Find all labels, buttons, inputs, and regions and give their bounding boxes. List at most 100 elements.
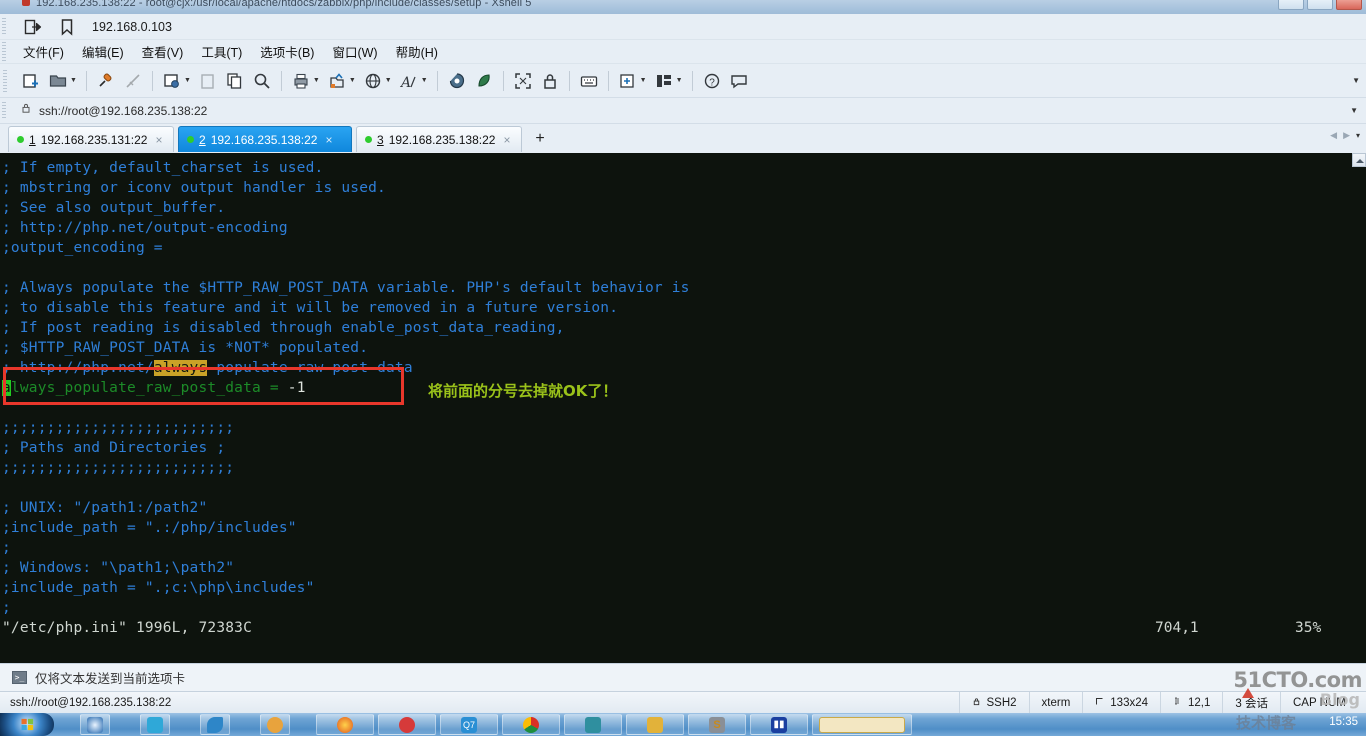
send-text-bar[interactable]: >_ 仅将文本发送到当前选项卡 [0,663,1366,691]
taskbar-item-explorer[interactable] [80,714,110,735]
status-terminal-cell: xterm [1028,692,1083,713]
taskbar-item-folder-blue[interactable] [564,714,622,735]
tab-close-icon[interactable]: × [325,133,332,147]
window-controls[interactable] [1278,0,1362,10]
taskbar-item-cloud[interactable] [140,714,170,735]
tab-3[interactable]: 3 192.168.235.138:22 × [356,126,522,152]
taskbar-item-bird[interactable] [200,714,230,735]
bookmark-icon[interactable] [54,14,80,40]
address-bar[interactable]: ssh://root@192.168.235.138:22 ▼ [0,98,1366,124]
chevron-down-icon[interactable]: ▼ [421,77,428,84]
menu-window[interactable]: 窗口(W) [323,40,386,63]
toolbar-overflow-icon[interactable]: ▼ [1352,76,1360,85]
connect-icon[interactable] [93,68,119,94]
quickbar-grip[interactable] [2,18,6,36]
terminal-line: ; If post reading is disabled through en… [2,320,565,336]
chevron-down-icon[interactable]: ▼ [349,77,356,84]
address-input[interactable]: ssh://root@192.168.235.138:22 [39,104,207,118]
tab-number: 1 [29,132,36,147]
taskbar-clock[interactable]: 15:35 [1329,716,1358,728]
print-icon[interactable]: ▼ [288,68,323,94]
taskbar-item-firefox[interactable] [316,714,374,735]
tab-1[interactable]: 1 192.168.235.131:22 × [8,126,174,152]
close-button[interactable] [1336,0,1362,10]
leaf-icon[interactable] [471,68,497,94]
tab-menu-icon[interactable]: ▾ [1356,131,1360,140]
terminal-scroll-up[interactable] [1352,153,1366,167]
open-session-icon[interactable] [20,14,46,40]
tab-strip: 1 192.168.235.131:22 × 2 192.168.235.138… [0,124,1366,153]
status-bar: ssh://root@192.168.235.138:22 SSH2 xterm… [0,691,1366,713]
minimize-button[interactable] [1278,0,1304,10]
comment-icon[interactable] [726,68,752,94]
chevron-down-icon[interactable]: ▼ [385,77,392,84]
globe-icon[interactable]: ▼ [360,68,395,94]
new-session-icon[interactable] [18,68,44,94]
chevron-down-icon[interactable]: ▼ [313,77,320,84]
keyboard-icon[interactable] [576,68,602,94]
menu-file[interactable]: 文件(F) [14,40,73,63]
maximize-button[interactable] [1307,0,1333,10]
send-to-tab-icon[interactable]: >_ [12,671,27,684]
find-icon[interactable] [249,68,275,94]
taskbar-item-qq[interactable]: Q7 [440,714,498,735]
layout-icon[interactable]: ▼ [651,68,686,94]
font-icon[interactable]: A ▼ [396,68,431,94]
help-icon[interactable]: ? [699,68,725,94]
taskbar-item-opera[interactable] [378,714,436,735]
menu-edit[interactable]: 编辑(E) [73,40,133,63]
menu-tabs[interactable]: 选项卡(B) [251,40,323,63]
log-icon[interactable] [444,68,470,94]
taskbar-item-doc[interactable] [812,714,912,735]
fullscreen-icon[interactable] [510,68,536,94]
terminal-line-search-match: ; http://php.net/always-populate-raw-pos… [2,358,413,378]
taskbar-item-s[interactable]: S [688,714,746,735]
menu-tools[interactable]: 工具(T) [192,40,251,63]
status-protocol: SSH2 [986,696,1017,709]
search-prefix: ; http://php.net/ [2,360,154,376]
lock-icon[interactable] [537,68,563,94]
file-transfer-icon[interactable]: ▼ [324,68,359,94]
tab-next-icon[interactable]: ▶ [1343,130,1350,141]
taskbar-item-folder[interactable] [626,714,684,735]
terminal-line: ; mbstring or iconv output handler is us… [2,180,386,196]
chevron-down-icon[interactable]: ▼ [70,77,77,84]
toolbar-grip[interactable] [3,70,7,92]
tab-navigation[interactable]: ◀ ▶ ▾ [1330,130,1360,141]
menu-bar: 文件(F) 编辑(E) 查看(V) 工具(T) 选项卡(B) 窗口(W) 帮助(… [0,40,1366,64]
chevron-down-icon[interactable]: ▼ [1350,106,1358,115]
open-folder-icon[interactable]: ▼ [45,68,80,94]
terminal-line: ; Paths and Directories ; [2,440,226,456]
chevron-down-icon[interactable]: ▼ [640,77,647,84]
taskbar-item-chart[interactable]: ▮▮ [750,714,808,735]
menubar-grip[interactable] [2,42,6,62]
session-properties-icon[interactable]: ▼ [159,68,194,94]
taskbar-item-chrome[interactable] [502,714,560,735]
disconnect-icon[interactable] [120,68,146,94]
toolbar-separator [280,70,282,91]
terminal-output[interactable]: ; If empty, default_charset is used. ; m… [0,153,1366,663]
add-pane-icon[interactable]: ▼ [615,68,650,94]
chevron-down-icon[interactable]: ▼ [676,77,683,84]
copy-icon[interactable] [222,68,248,94]
menu-help[interactable]: 帮助(H) [387,40,447,63]
paste-icon[interactable] [195,68,221,94]
tab-2[interactable]: 2 192.168.235.138:22 × [178,126,352,152]
watermark-arrow-icon [1242,688,1254,698]
addressbar-grip[interactable] [2,102,6,120]
terminal-edited-value: -1 [287,380,306,396]
tab-prev-icon[interactable]: ◀ [1330,130,1337,141]
new-tab-button[interactable]: + [528,126,552,152]
taskbar-item-media[interactable] [260,714,290,735]
tab-close-icon[interactable]: × [155,133,162,147]
tab-close-icon[interactable]: × [503,133,510,147]
menu-view[interactable]: 查看(V) [133,40,193,63]
windows-taskbar: Q7 S ▮▮ 15:35 [0,713,1366,736]
terminal-line: ; to disable this feature and it will be… [2,300,619,316]
terminal-edited-line: always_populate_raw_post_data = -1 [2,378,306,398]
chevron-down-icon[interactable]: ▼ [184,77,191,84]
windows-start-icon[interactable] [0,713,54,736]
toolbar-separator [436,70,438,91]
terminal-line: ; Windows: "\path1;\path2" [2,560,235,576]
terminal-line: ;output_encoding = [2,240,163,256]
